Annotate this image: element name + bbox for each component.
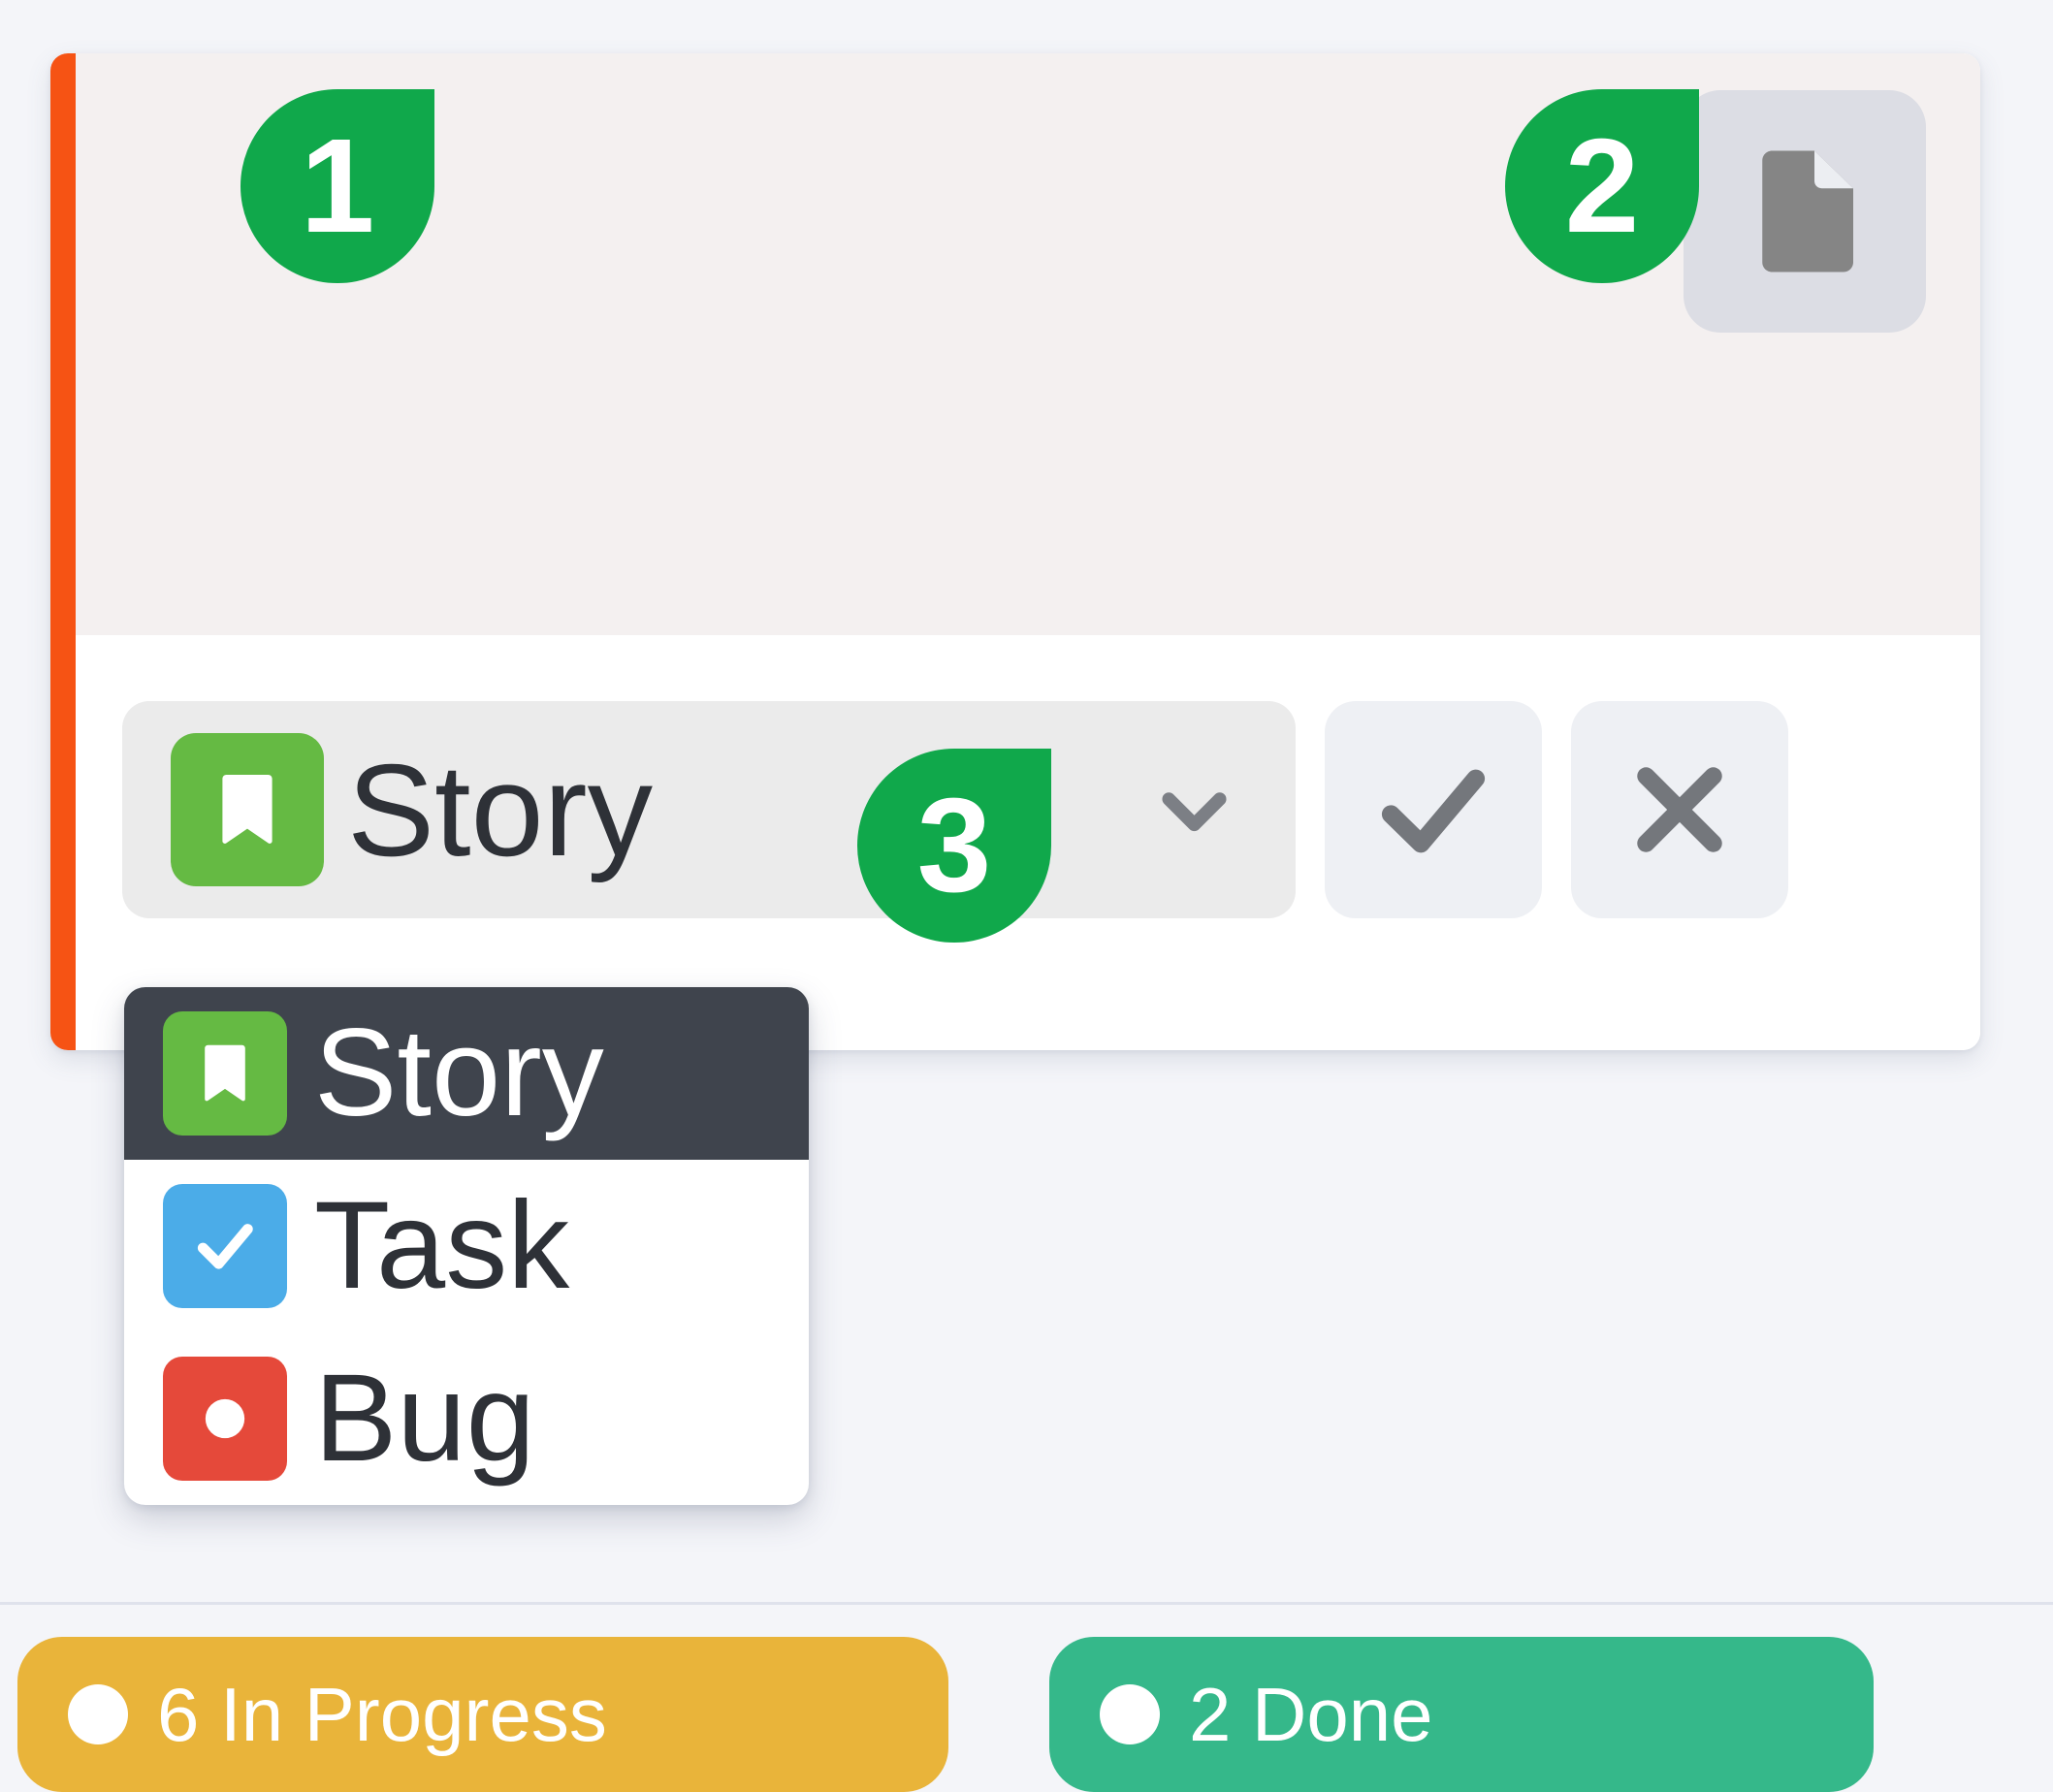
status-pill-done[interactable]: 2 Done — [1049, 1637, 1874, 1792]
document-icon — [1732, 139, 1877, 284]
card-accent-bar — [50, 53, 76, 1050]
circle-dot-icon — [163, 1357, 287, 1481]
status-bar-divider — [0, 1602, 2053, 1605]
step-badge-3: 3 — [857, 749, 1051, 943]
dropdown-option-bug-label: Bug — [314, 1349, 535, 1488]
step-badge-3-number: 3 — [916, 771, 992, 920]
check-square-icon — [163, 1184, 287, 1308]
confirm-type-button[interactable] — [1325, 701, 1542, 918]
step-badge-2-number: 2 — [1564, 112, 1640, 261]
status-dot-icon — [1100, 1684, 1160, 1744]
chevron-down-icon[interactable] — [1143, 759, 1245, 861]
dropdown-option-task[interactable]: Task — [124, 1160, 809, 1332]
attachment-button[interactable] — [1684, 90, 1926, 333]
issue-type-dropdown-menu[interactable]: Story Task Bug — [124, 987, 809, 1505]
status-pill-done-label: 2 Done — [1189, 1671, 1433, 1757]
issue-type-selected-label: Story — [347, 736, 654, 883]
dropdown-option-story[interactable]: Story — [124, 987, 809, 1160]
status-pill-in-progress[interactable]: 6 In Progress — [17, 1637, 948, 1792]
status-dot-icon — [68, 1684, 128, 1744]
dropdown-option-story-label: Story — [314, 1004, 604, 1142]
step-badge-1: 1 — [241, 89, 434, 283]
dropdown-option-task-label: Task — [314, 1176, 570, 1315]
status-pill-in-progress-label: 6 In Progress — [157, 1671, 607, 1757]
issue-type-select[interactable]: Story — [122, 701, 1296, 918]
step-badge-2: 2 — [1505, 89, 1699, 283]
board-status-bar: 6 In Progress 2 Done — [0, 1581, 2053, 1792]
bookmark-icon — [163, 1011, 287, 1136]
step-badge-1-number: 1 — [300, 112, 375, 261]
cancel-type-button[interactable] — [1571, 701, 1788, 918]
dropdown-option-bug[interactable]: Bug — [124, 1332, 809, 1505]
close-icon — [1618, 748, 1742, 872]
bookmark-icon — [171, 733, 324, 886]
check-icon — [1365, 742, 1501, 878]
